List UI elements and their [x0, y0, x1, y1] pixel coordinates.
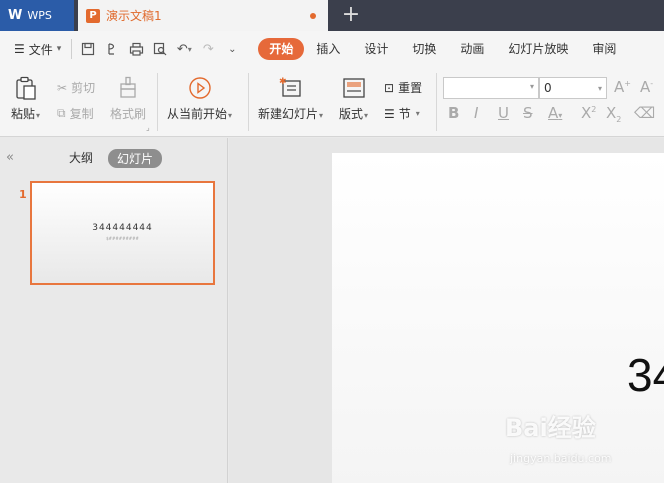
copy-label: 复制: [69, 107, 94, 121]
tab-slideshow[interactable]: 幻灯片放映: [496, 38, 580, 60]
slide-thumbnail[interactable]: 344444444 $#########: [30, 181, 215, 285]
watermark-url: jingyan.baidu.com: [510, 452, 612, 465]
export-pdf-icon[interactable]: [102, 39, 122, 59]
unsaved-indicator-icon: [310, 13, 316, 19]
chevron-down-icon: ▾: [56, 44, 62, 54]
scissors-icon: ✂: [57, 80, 68, 95]
section-label: 节: [398, 107, 411, 121]
section-icon: ☰: [384, 106, 395, 121]
tab-outline[interactable]: 大纲: [69, 149, 93, 166]
chevron-down-icon: ▾: [415, 109, 420, 118]
presentation-file-icon: P: [86, 8, 100, 23]
divider: [71, 39, 73, 59]
format-painter-label: 格式刷: [110, 107, 147, 121]
tab-animations[interactable]: 动画: [448, 38, 496, 60]
strikethrough-icon[interactable]: S: [523, 104, 533, 122]
print-preview-icon[interactable]: [150, 39, 170, 59]
file-menu-button[interactable]: ☰ 文件 ▾: [0, 31, 67, 67]
wps-logo-icon: W: [8, 8, 23, 23]
copy-button[interactable]: ⧉ 复制: [57, 105, 94, 122]
chevron-down-icon: ▾: [36, 111, 41, 120]
cut-label: 剪切: [71, 81, 96, 95]
slide-title-text[interactable]: 34: [627, 348, 664, 402]
font-color-icon[interactable]: A▾: [548, 104, 562, 122]
play-from-current-label: 从当前开始: [167, 107, 228, 121]
tab-review[interactable]: 审阅: [580, 38, 628, 60]
svg-text:✱: ✱: [279, 77, 287, 87]
new-slide-button[interactable]: ✱ 新建幻灯片▾: [258, 75, 323, 122]
thumbnail-subtitle: $#########: [106, 236, 139, 241]
collapse-panel-icon[interactable]: «: [6, 150, 14, 165]
reset-button[interactable]: ⊡ 重置: [384, 79, 422, 96]
slide-number: 1: [19, 188, 27, 201]
file-menu-label: 文件: [28, 42, 53, 57]
paste-label: 粘贴: [11, 107, 36, 121]
font-size-select[interactable]: 0 ▾: [539, 77, 607, 99]
menu-bar: ☰ 文件 ▾ ↶ ▾ ↷ ⌄ 开始 插入 设计 切换 动画 幻灯片放映 审阅: [0, 31, 664, 67]
chevron-down-icon: ▾: [319, 111, 324, 120]
reset-icon: ⊡: [384, 80, 395, 95]
chevron-down-icon: ▾: [529, 82, 534, 91]
redo-icon[interactable]: ↷: [198, 39, 218, 59]
paintbrush-icon: [115, 75, 141, 101]
clipboard-dialog-launcher[interactable]: ⌟: [146, 123, 150, 132]
tab-slides[interactable]: 幻灯片: [108, 149, 163, 168]
layout-label: 版式: [339, 107, 364, 121]
chevron-down-icon: ▾: [228, 111, 233, 120]
save-icon[interactable]: [78, 39, 98, 59]
undo-icon[interactable]: ↶ ▾: [174, 39, 194, 59]
print-icon[interactable]: [126, 39, 146, 59]
new-tab-button[interactable]: +: [339, 3, 363, 27]
document-tab-label: 演示文稿1: [106, 9, 162, 23]
thumbnail-title: 344444444: [92, 223, 153, 233]
chevron-down-icon: ▾: [364, 111, 369, 120]
ribbon-tabs: 开始 插入 设计 切换 动画 幻灯片放映 审阅: [258, 38, 628, 60]
document-tab[interactable]: P 演示文稿1: [78, 0, 328, 31]
copy-icon: ⧉: [57, 106, 66, 120]
wps-home-label: WPS: [27, 9, 52, 22]
ribbon-home: 粘贴▾ ✂ 剪切 ⧉ 复制 格式刷 ⌟ 从当前开始▾ ✱ 新建幻灯片▾ 版式▾: [0, 67, 664, 137]
watermark-logo: Bai经验: [505, 414, 596, 442]
bold-icon[interactable]: B: [448, 104, 459, 122]
new-slide-icon: ✱: [278, 75, 304, 101]
tab-home[interactable]: 开始: [258, 38, 305, 60]
slide-editor-area: 34: [229, 138, 664, 483]
paste-button[interactable]: 粘贴▾: [11, 75, 40, 122]
font-name-select[interactable]: ▾: [443, 77, 539, 99]
play-icon: [187, 75, 213, 101]
layout-icon: [341, 75, 367, 101]
customize-toolbar-icon[interactable]: ⌄: [222, 39, 242, 59]
wps-home-tab[interactable]: W WPS: [0, 0, 74, 31]
divider: [157, 73, 158, 131]
hamburger-icon: ☰: [14, 42, 25, 56]
chevron-down-icon: ▾: [597, 84, 602, 93]
font-size-value: 0: [544, 81, 552, 95]
layout-button[interactable]: 版式▾: [339, 75, 368, 122]
cut-button[interactable]: ✂ 剪切: [57, 79, 95, 96]
tab-transitions[interactable]: 切换: [400, 38, 448, 60]
paste-icon: [13, 75, 39, 101]
slides-panel: « 大纲 幻灯片 1 344444444 $#########: [0, 138, 228, 483]
underline-icon[interactable]: U: [498, 104, 509, 122]
slide-canvas[interactable]: 34: [332, 153, 664, 483]
decrease-font-icon[interactable]: A-: [640, 78, 653, 96]
subscript-icon[interactable]: X2: [606, 104, 621, 124]
italic-icon[interactable]: I: [474, 104, 478, 122]
play-from-current-button[interactable]: 从当前开始▾: [167, 75, 232, 122]
increase-font-icon[interactable]: A+: [614, 78, 631, 96]
format-painter-button[interactable]: 格式刷: [110, 75, 146, 122]
new-slide-label: 新建幻灯片: [258, 107, 319, 121]
divider: [248, 73, 249, 131]
divider: [436, 73, 437, 131]
clear-format-icon[interactable]: ⌫: [634, 104, 655, 122]
title-tab-bar: W WPS P 演示文稿1 +: [0, 0, 664, 31]
reset-label: 重置: [398, 81, 423, 95]
section-button[interactable]: ☰ 节 ▾: [384, 105, 420, 122]
tab-insert[interactable]: 插入: [304, 38, 352, 60]
tab-design[interactable]: 设计: [352, 38, 400, 60]
superscript-icon[interactable]: X2: [581, 104, 596, 122]
